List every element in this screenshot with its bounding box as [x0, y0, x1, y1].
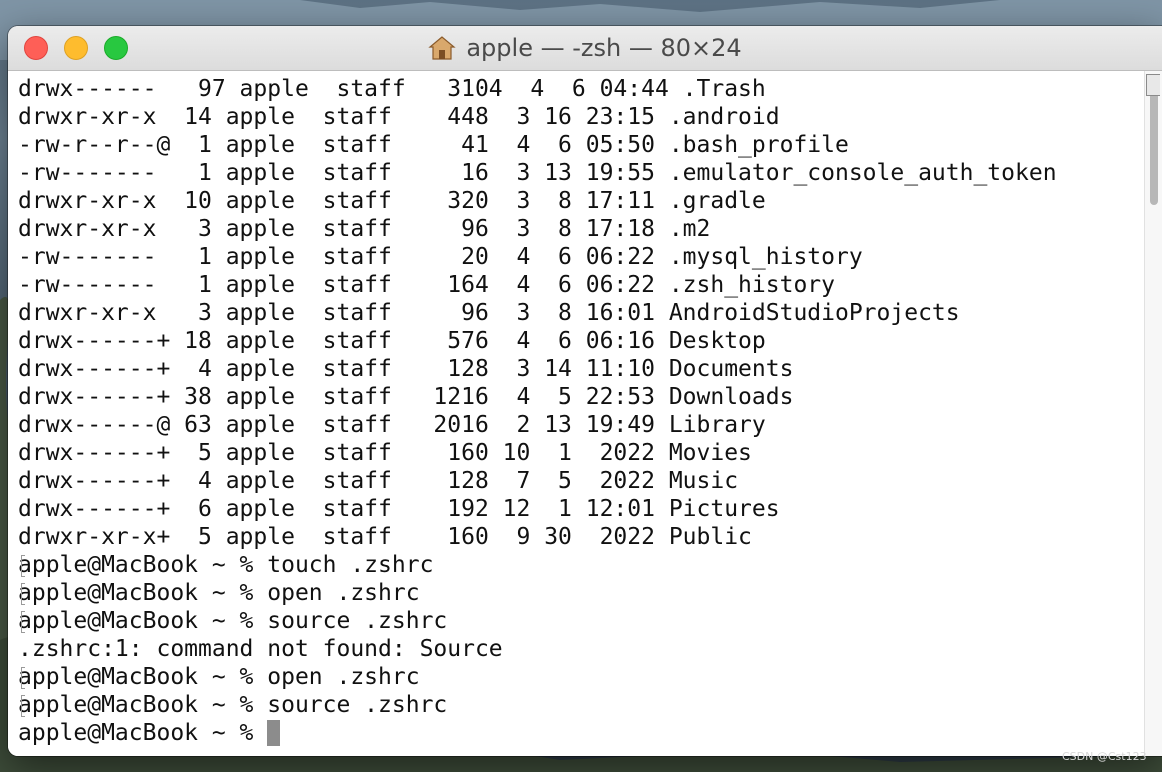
home-folder-icon — [428, 36, 457, 60]
edge-window-glyph — [1146, 74, 1160, 96]
listing-line: drwx------+ 4 apple staff 128 7 5 2022 M… — [18, 467, 1144, 495]
line-text: -rw------- 1 apple staff 164 4 6 06:22 .… — [18, 272, 835, 298]
listing-line: -rw------- 1 apple staff 16 3 13 19:55 .… — [18, 159, 1144, 187]
window-title-text: apple — -zsh — 80×24 — [466, 34, 742, 62]
line-text: apple@MacBook ~ % open .zshrc — [18, 664, 420, 690]
command-line: apple@MacBook ~ % open .zshrc — [18, 579, 1144, 607]
line-text: .zshrc:1: command not found: Source — [18, 636, 503, 662]
line-text: drwxr-xr-x 10 apple staff 320 3 8 17:11 … — [18, 188, 766, 214]
line-text: drwx------+ 6 apple staff 192 12 1 12:01… — [18, 496, 780, 522]
line-text: drwx------+ 18 apple staff 576 4 6 06:16… — [18, 328, 766, 354]
listing-line: drwx------+ 18 apple staff 576 4 6 06:16… — [18, 327, 1144, 355]
line-text: apple@MacBook ~ % open .zshrc — [18, 580, 420, 606]
line-text: apple@MacBook ~ % touch .zshrc — [18, 552, 434, 578]
line-text: apple@MacBook ~ % source .zshrc — [18, 608, 448, 634]
line-text: -rw-r--r--@ 1 apple staff 41 4 6 05:50 .… — [18, 132, 849, 158]
listing-line: -rw-r--r--@ 1 apple staff 41 4 6 05:50 .… — [18, 131, 1144, 159]
line-text: apple@MacBook ~ % — [18, 720, 268, 746]
listing-line: drwxr-xr-x 3 apple staff 96 3 8 17:18 .m… — [18, 215, 1144, 243]
command-line: apple@MacBook ~ % open .zshrc — [18, 663, 1144, 691]
listing-line: drwx------+ 38 apple staff 1216 4 5 22:5… — [18, 383, 1144, 411]
watermark: CSDN @Cst123 — [1062, 750, 1147, 763]
command-mark-left — [21, 695, 25, 717]
command-line: apple@MacBook ~ % touch .zshrc — [18, 551, 1144, 579]
listing-line: drwx------+ 4 apple staff 128 3 14 11:10… — [18, 355, 1144, 383]
line-text: drwxr-xr-x+ 5 apple staff 160 9 30 2022 … — [18, 524, 752, 550]
command-mark-left — [21, 667, 25, 689]
listing-line: -rw------- 1 apple staff 20 4 6 06:22 .m… — [18, 243, 1144, 271]
command-line: apple@MacBook ~ % source .zshrc — [18, 691, 1144, 719]
line-text: drwxr-xr-x 14 apple staff 448 3 16 23:15… — [18, 104, 780, 130]
terminal-window: apple — -zsh — 80×24 drwx------ 97 apple… — [8, 26, 1162, 756]
window-title: apple — -zsh — 80×24 — [8, 26, 1162, 70]
listing-line: -rw------- 1 apple staff 164 4 6 06:22 .… — [18, 271, 1144, 299]
listing-line: drwx------+ 5 apple staff 160 10 1 2022 … — [18, 439, 1144, 467]
terminal-output[interactable]: drwx------ 97 apple staff 3104 4 6 04:44… — [8, 71, 1144, 756]
listing-line: drwx------ 97 apple staff 3104 4 6 04:44… — [18, 75, 1144, 103]
listing-line: drwxr-xr-x+ 5 apple staff 160 9 30 2022 … — [18, 523, 1144, 551]
listing-line: drwxr-xr-x 10 apple staff 320 3 8 17:11 … — [18, 187, 1144, 215]
listing-line: drwxr-xr-x 14 apple staff 448 3 16 23:15… — [18, 103, 1144, 131]
line-text: drwx------+ 5 apple staff 160 10 1 2022 … — [18, 440, 752, 466]
text-cursor — [267, 720, 281, 746]
line-text: drwxr-xr-x 3 apple staff 96 3 8 16:01 An… — [18, 300, 960, 326]
line-text: drwx------+ 4 apple staff 128 3 14 11:10… — [18, 356, 794, 382]
line-text: apple@MacBook ~ % source .zshrc — [18, 692, 448, 718]
line-text: -rw------- 1 apple staff 20 4 6 06:22 .m… — [18, 244, 863, 270]
listing-line: drwx------+ 6 apple staff 192 12 1 12:01… — [18, 495, 1144, 523]
command-mark-left — [21, 611, 25, 633]
line-text: -rw------- 1 apple staff 16 3 13 19:55 .… — [18, 160, 1057, 186]
line-text: drwx------ 97 apple staff 3104 4 6 04:44… — [18, 76, 766, 102]
error-output-line: .zshrc:1: command not found: Source — [18, 635, 1144, 663]
prompt-line: apple@MacBook ~ % — [18, 719, 1144, 747]
line-text: drwx------@ 63 apple staff 2016 2 13 19:… — [18, 412, 766, 438]
listing-line: drwx------@ 63 apple staff 2016 2 13 19:… — [18, 411, 1144, 439]
line-text: drwx------+ 4 apple staff 128 7 5 2022 M… — [18, 468, 739, 494]
scrollbar[interactable] — [1144, 71, 1162, 756]
line-text: drwxr-xr-x 3 apple staff 96 3 8 17:18 .m… — [18, 216, 711, 242]
command-mark-left — [21, 555, 25, 577]
listing-line: drwxr-xr-x 3 apple staff 96 3 8 16:01 An… — [18, 299, 1144, 327]
line-text: drwx------+ 38 apple staff 1216 4 5 22:5… — [18, 384, 794, 410]
command-line: apple@MacBook ~ % source .zshrc — [18, 607, 1144, 635]
title-bar[interactable]: apple — -zsh — 80×24 — [8, 26, 1162, 71]
command-mark-left — [21, 583, 25, 605]
